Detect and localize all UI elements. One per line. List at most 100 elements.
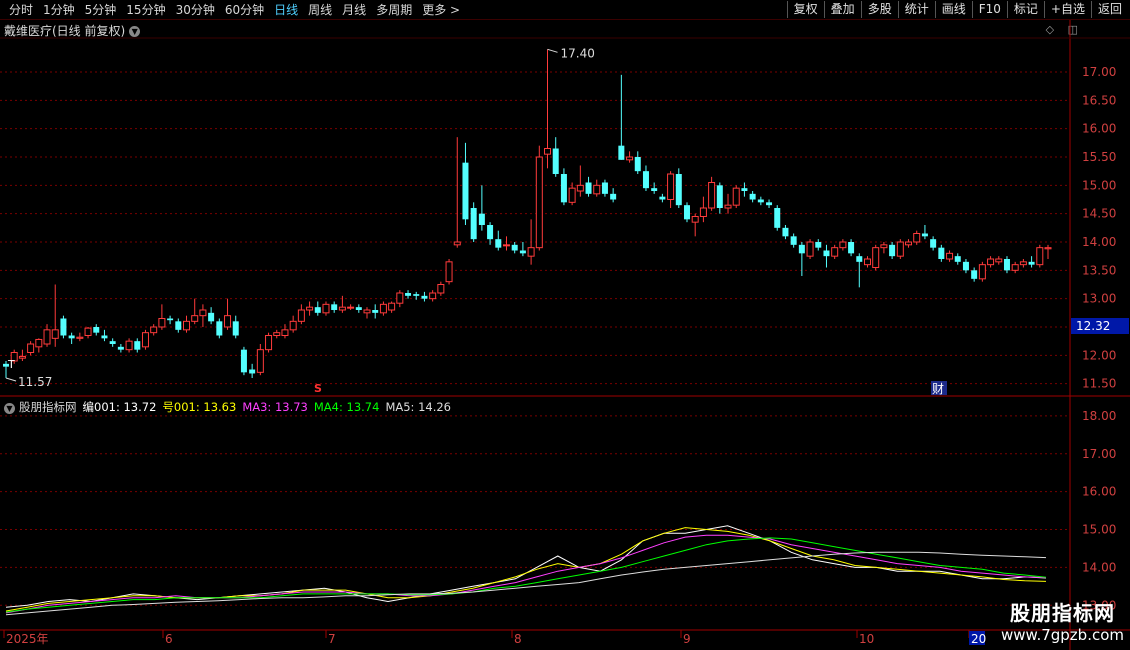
candle-body-up bbox=[896, 241, 904, 257]
period-tab-2[interactable]: 5分钟 bbox=[80, 2, 122, 18]
candle-body-up bbox=[150, 326, 158, 334]
price-tick-label: 16.00 bbox=[1082, 122, 1116, 136]
period-tab-1[interactable]: 1分钟 bbox=[38, 2, 80, 18]
candle-body-up bbox=[502, 244, 510, 247]
candle-body-down bbox=[683, 205, 690, 220]
candle-body-down bbox=[240, 349, 247, 373]
price-tick-label: 13.50 bbox=[1082, 263, 1116, 277]
candle-body-up bbox=[281, 329, 289, 337]
candle-body-up bbox=[84, 327, 92, 336]
candle-body-up bbox=[388, 302, 396, 311]
candle-body-down bbox=[782, 227, 789, 237]
price-tick-label: 15.00 bbox=[1082, 178, 1116, 192]
candle-body-down bbox=[470, 208, 477, 240]
action-button-2[interactable]: 多股 bbox=[860, 1, 898, 18]
candle-body-up bbox=[839, 241, 847, 249]
candle-body-up bbox=[453, 241, 461, 246]
candle-body-down bbox=[93, 327, 100, 333]
candle-body-up bbox=[691, 216, 699, 223]
candle-body-down bbox=[134, 341, 141, 350]
action-button-4[interactable]: 画线 bbox=[934, 1, 972, 18]
candle-body-down bbox=[331, 304, 338, 310]
candle-body-up bbox=[978, 264, 986, 280]
chevron-down-icon[interactable]: ▼ bbox=[129, 26, 141, 37]
candle-body-up bbox=[732, 187, 740, 206]
candle-body-up bbox=[527, 247, 535, 257]
candle-body-up bbox=[363, 309, 371, 314]
candle-body-down bbox=[117, 346, 124, 350]
panel-toggle-icon[interactable]: ◫ bbox=[1068, 23, 1078, 36]
candle-body-up bbox=[51, 329, 59, 339]
time-axis-label: 10 bbox=[859, 632, 874, 646]
candle-body-down bbox=[1003, 259, 1010, 271]
candle-body-up bbox=[27, 343, 35, 353]
diamond-icon[interactable]: ◇ bbox=[1046, 23, 1054, 36]
indicator-tick-label: 14.00 bbox=[1082, 560, 1116, 574]
action-button-6[interactable]: 标记 bbox=[1006, 1, 1044, 18]
chevron-down-icon[interactable]: ▼ bbox=[4, 403, 15, 414]
candle-body-down bbox=[921, 233, 928, 237]
indicator-line-MA5 bbox=[5, 551, 1047, 616]
period-toolbar: 分时 1分钟 5分钟 15分钟 30分钟 60分钟 日线 周线 月线 多周期 更多 > 复权 叠加 多股… bbox=[0, 0, 1130, 20]
candle-body-up bbox=[437, 284, 445, 294]
candle-body-down bbox=[249, 369, 256, 374]
period-tab-0[interactable]: 分时 bbox=[4, 2, 38, 18]
action-button-8[interactable]: 返回 bbox=[1090, 1, 1128, 18]
candle-body-up bbox=[946, 252, 954, 260]
period-tab-7[interactable]: 周线 bbox=[303, 2, 337, 18]
candle-body-down bbox=[487, 225, 494, 240]
candle-body-up bbox=[43, 329, 51, 345]
candle-body-down bbox=[618, 145, 625, 160]
period-tab-3[interactable]: 15分钟 bbox=[121, 2, 170, 18]
candle-body-up bbox=[831, 247, 839, 257]
candle-body-up bbox=[347, 306, 355, 309]
candle-body-down bbox=[848, 242, 855, 254]
time-axis-label: 2025年 bbox=[6, 632, 49, 646]
price-tick-label: 14.00 bbox=[1082, 235, 1116, 249]
period-tab-10[interactable]: 更多 > bbox=[417, 2, 465, 18]
time-axis-label: 8 bbox=[514, 632, 522, 646]
price-tick-label: 14.50 bbox=[1082, 207, 1116, 221]
period-tab-9[interactable]: 多周期 bbox=[371, 2, 417, 18]
candle-body-down bbox=[790, 236, 797, 245]
high-price-label: 17.40 bbox=[561, 46, 595, 60]
candle-body-up bbox=[535, 156, 543, 249]
candle-body-down bbox=[511, 244, 518, 251]
candle-body-down bbox=[1028, 261, 1035, 265]
candle-body-down bbox=[938, 247, 945, 259]
candle-body-up bbox=[724, 204, 732, 209]
period-tab-6[interactable]: 日线 bbox=[269, 2, 303, 18]
low-price-label: 11.57 bbox=[18, 375, 52, 389]
candle-body-down bbox=[462, 162, 469, 220]
period-tab-4[interactable]: 30分钟 bbox=[171, 2, 220, 18]
action-button-0[interactable]: 复权 bbox=[786, 1, 824, 18]
candle-body-up bbox=[35, 338, 43, 348]
candle-body-down bbox=[675, 174, 682, 206]
price-tick-label: 12.50 bbox=[1082, 320, 1116, 334]
candle-body-down bbox=[421, 295, 428, 299]
action-button-3[interactable]: 统计 bbox=[897, 1, 935, 18]
kline-chart[interactable]: 17.00 16.50 16.00 15.50 15.00 14.50 14.00 13.50… bbox=[0, 0, 1130, 650]
action-button-5[interactable]: F10 bbox=[971, 1, 1007, 18]
candle-body-up bbox=[273, 332, 281, 336]
candle-body-down bbox=[766, 202, 773, 206]
action-button-1[interactable]: 叠加 bbox=[823, 1, 861, 18]
candle-body-up bbox=[593, 184, 601, 195]
candle-body-up bbox=[699, 207, 707, 217]
candle-body-up bbox=[626, 156, 634, 161]
period-tab-5[interactable]: 60分钟 bbox=[220, 2, 269, 18]
candle-body-down bbox=[815, 242, 822, 248]
watermark-title: 股朋指标网 bbox=[1010, 601, 1115, 625]
candle-body-down bbox=[355, 307, 362, 310]
candle-body-up bbox=[429, 292, 437, 300]
action-button-7[interactable]: +自选 bbox=[1043, 1, 1091, 18]
candle-body-up bbox=[191, 315, 199, 322]
candle-body-up bbox=[568, 187, 576, 203]
chart-title[interactable]: 戴维医疗(日线 前复权) ▼ bbox=[4, 22, 141, 39]
period-tab-8[interactable]: 月线 bbox=[337, 2, 371, 18]
candle-body-up bbox=[256, 349, 264, 373]
indicator-line-号001 bbox=[5, 527, 1047, 612]
indicator-value-4: MA5: 14.26 bbox=[385, 400, 451, 414]
candle-body-down bbox=[405, 293, 412, 296]
price-tick-label: 15.50 bbox=[1082, 150, 1116, 164]
